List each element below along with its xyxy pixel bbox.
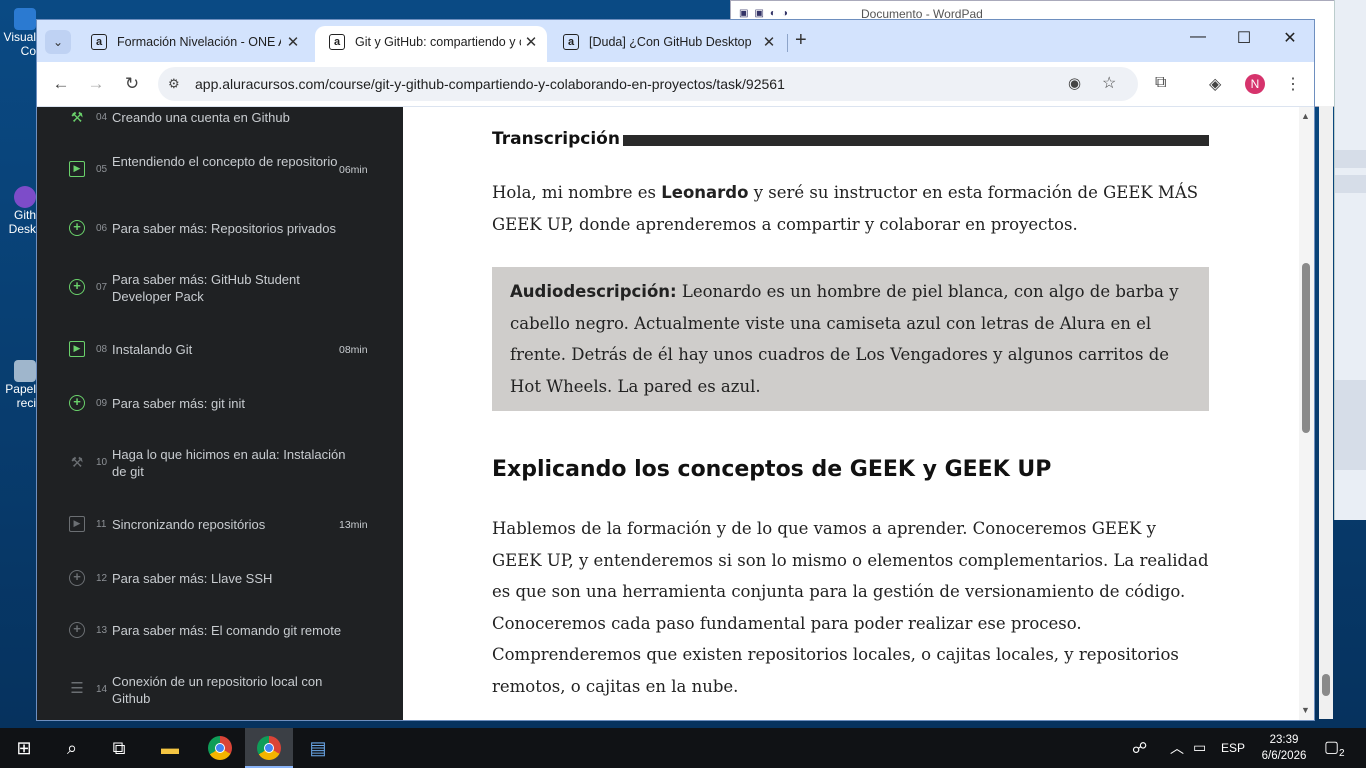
- desktop-icon-visual-studio-code[interactable]: Visual Co: [0, 8, 36, 58]
- wordpad-icon[interactable]: ▤: [306, 736, 330, 760]
- recycle-bin-icon: [14, 360, 36, 382]
- tab-formacion-nivelacion[interactable]: a Formación Nivelación - ONE Al ✕: [77, 26, 307, 62]
- notification-count: 2: [1339, 748, 1345, 759]
- chrome-icon[interactable]: [208, 736, 232, 760]
- chrome-active-icon[interactable]: [257, 736, 281, 760]
- chrome-window: ⌄ a Formación Nivelación - ONE Al ✕ a Gi…: [36, 19, 1315, 721]
- plus-circle-icon: +: [69, 622, 85, 638]
- profile-avatar[interactable]: N: [1245, 74, 1265, 94]
- tab-duda-github-desktop[interactable]: a [Duda] ¿Con GitHub Desktop no ✕: [549, 26, 785, 62]
- video-icon: ▶: [69, 516, 85, 532]
- plus-circle-icon: +: [69, 395, 85, 411]
- task-view-icon[interactable]: ⧉: [107, 736, 131, 760]
- wordpad-quick-toolbar: ▣▣◐◑: [739, 8, 794, 19]
- clock-date: 6/6/2026: [1261, 750, 1307, 762]
- plus-circle-icon: +: [69, 279, 85, 295]
- tab-search-button[interactable]: ⌄: [45, 30, 71, 54]
- desktop-icon-recycle-bin[interactable]: Papel reci: [0, 360, 36, 410]
- input-language[interactable]: ESP: [1221, 741, 1245, 755]
- plus-circle-icon: +: [69, 220, 85, 236]
- show-hidden-icons-chevron-icon[interactable]: ︿: [1170, 738, 1184, 758]
- heading-divider: [623, 135, 1209, 146]
- new-tab-button[interactable]: +: [795, 30, 807, 50]
- video-icon: ▶: [69, 341, 85, 357]
- site-info-icon[interactable]: ⚙: [168, 76, 180, 92]
- back-arrow-icon[interactable]: ←: [49, 74, 73, 94]
- windows-taskbar: ⊞ ⌕ ⧉ ▬ ▤ ☍ ︿ ▭ ESP 23:39 6/6/2026 ▢ 2: [0, 728, 1366, 768]
- tab-strip: ⌄ a Formación Nivelación - ONE Al ✕ a Gi…: [37, 20, 1314, 62]
- github-desktop-icon: [14, 186, 36, 208]
- browser-toolbar: ← → ↻ ⚙ app.aluracursos.com/course/git-y…: [37, 62, 1314, 106]
- scroll-up-icon[interactable]: ▲: [1301, 111, 1310, 121]
- audio-description-text: Audiodescripción: Leonardo es un hombre …: [510, 282, 1179, 396]
- page-scrollbar[interactable]: ▲ ▼: [1299, 107, 1314, 720]
- background-window-edge: [1334, 0, 1366, 520]
- tracking-protection-eye-icon[interactable]: ◉: [1068, 74, 1081, 92]
- audio-description-label: Audiodescripción:: [510, 282, 677, 301]
- system-clock[interactable]: 23:39 6/6/2026: [1248, 732, 1320, 764]
- section-paragraph: Hablemos de la formación y de lo que vam…: [492, 519, 1209, 696]
- url-text[interactable]: app.aluracursos.com/course/git-y-github-…: [195, 76, 785, 92]
- alura-favicon-icon: a: [563, 34, 579, 50]
- file-explorer-icon[interactable]: ▬: [158, 736, 182, 760]
- tools-icon: ⚒: [70, 109, 84, 125]
- network-icon[interactable]: ▭: [1193, 739, 1206, 756]
- address-bar[interactable]: ⚙ app.aluracursos.com/course/git-y-githu…: [158, 67, 1138, 101]
- chrome-menu-icon[interactable]: ⋮: [1285, 74, 1301, 94]
- alura-favicon-icon: a: [91, 34, 107, 50]
- course-page: ⚒ 04 Creando una cuenta en Github ▶ 05 E…: [37, 107, 1314, 720]
- section-heading: Explicando los conceptos de GEEK y GEEK …: [492, 457, 1052, 482]
- extensions-puzzle-icon[interactable]: ⧉: [1155, 74, 1166, 92]
- close-window-icon[interactable]: ✕: [1270, 28, 1310, 48]
- list-icon: ☰: [70, 680, 84, 697]
- plus-circle-icon: +: [69, 570, 85, 586]
- notifications-icon[interactable]: ▢: [1324, 737, 1339, 757]
- scroll-down-icon[interactable]: ▼: [1301, 705, 1310, 715]
- close-tab-icon[interactable]: ✕: [284, 33, 302, 51]
- tab-git-y-github[interactable]: a Git y GitHub: compartiendo y co ✕: [315, 26, 547, 62]
- people-icon[interactable]: ☍: [1132, 739, 1147, 757]
- search-icon[interactable]: ⌕: [60, 736, 84, 760]
- scrollbar-thumb[interactable]: [1302, 263, 1310, 433]
- transcription-heading: Transcripción: [492, 129, 620, 149]
- clock-time: 23:39: [1269, 734, 1299, 746]
- bookmark-star-icon[interactable]: ☆: [1102, 73, 1116, 93]
- extension-icon[interactable]: ◈: [1209, 74, 1221, 94]
- vscode-icon: [14, 8, 36, 30]
- background-scrollbar[interactable]: [1319, 106, 1333, 719]
- minimize-icon[interactable]: —: [1178, 28, 1218, 46]
- intro-paragraph: Hola, mi nombre es Leonardo y seré su in…: [492, 183, 1199, 234]
- tools-icon: ⚒: [70, 454, 84, 470]
- desktop-icon-github-desktop[interactable]: Gith Desk: [0, 186, 36, 236]
- forward-arrow-icon[interactable]: →: [84, 74, 108, 94]
- lesson-sidebar: ⚒ 04 Creando una cuenta en Github ▶ 05 E…: [37, 107, 403, 720]
- video-icon: ▶: [69, 161, 85, 177]
- maximize-icon[interactable]: ☐: [1224, 28, 1264, 48]
- audio-description-box: Audiodescripción: Leonardo es un hombre …: [492, 267, 1209, 411]
- alura-favicon-icon: a: [329, 34, 345, 50]
- instructor-name: Leonardo: [661, 183, 749, 202]
- close-tab-icon[interactable]: ✕: [760, 33, 778, 51]
- close-tab-icon[interactable]: ✕: [522, 33, 540, 51]
- windows-start-icon[interactable]: ⊞: [12, 736, 36, 760]
- reload-icon[interactable]: ↻: [120, 74, 144, 94]
